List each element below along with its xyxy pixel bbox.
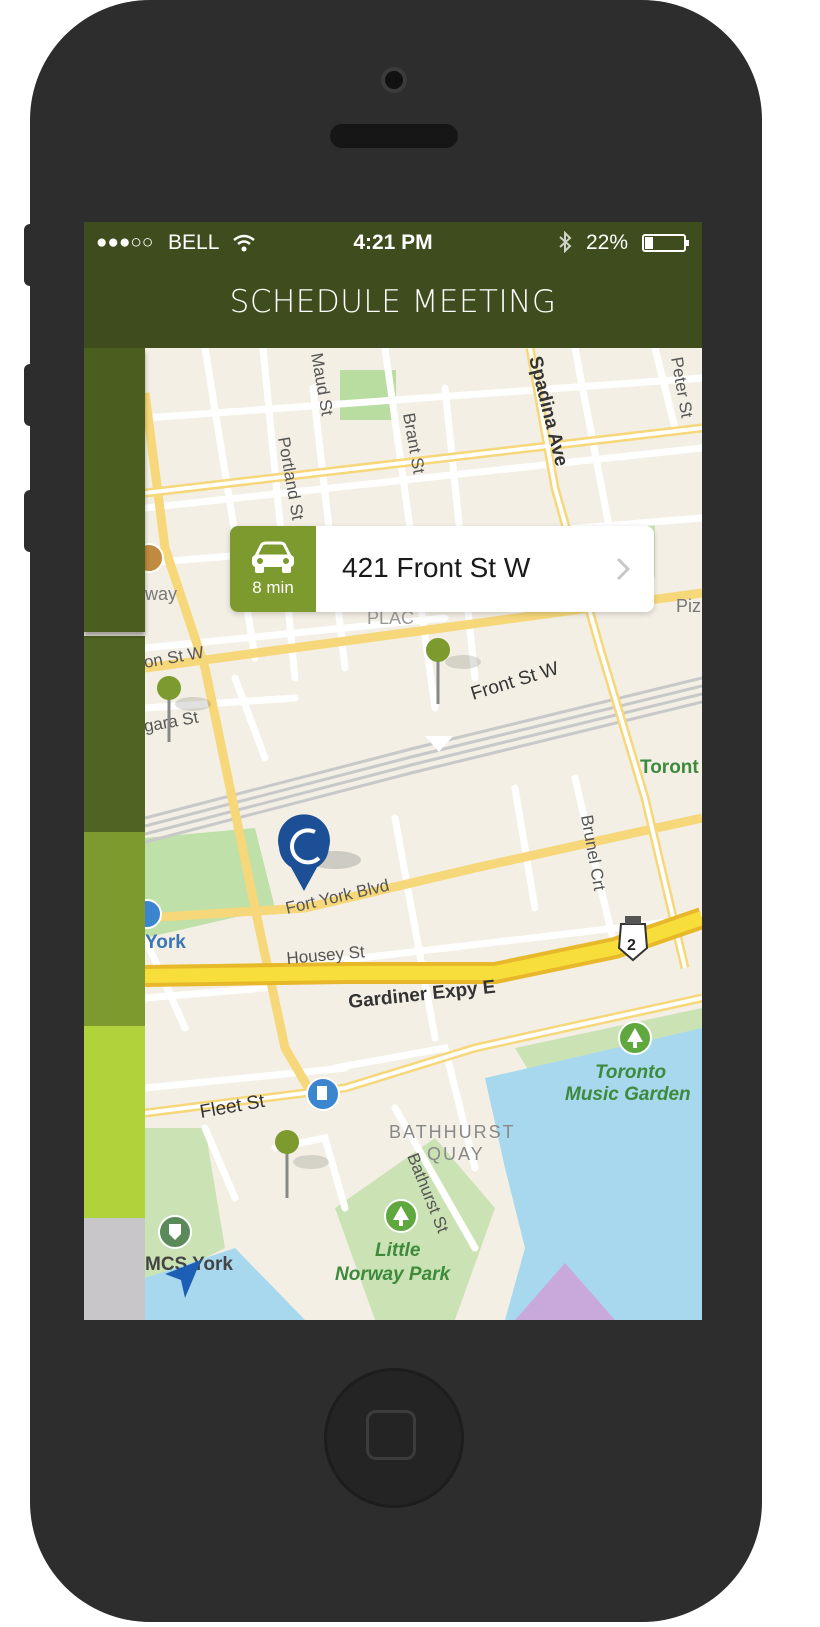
park-icon — [618, 1021, 652, 1055]
place-label: Toront — [640, 757, 699, 778]
page-title: SCHEDULE MEETING — [229, 284, 557, 320]
restaurant-icon — [145, 543, 164, 573]
park-icon — [384, 1199, 418, 1233]
park-label: Little — [375, 1240, 421, 1261]
sidebar-section-2[interactable] — [84, 636, 145, 832]
place-label: Piz — [676, 596, 701, 616]
earpiece-speaker — [330, 124, 458, 148]
address-callout[interactable]: 8 min 421 Front St W — [230, 526, 654, 612]
svg-text:2: 2 — [627, 937, 636, 954]
car-icon — [252, 541, 294, 573]
shield-icon — [158, 1215, 192, 1249]
lake-water — [485, 1028, 702, 1320]
mute-switch — [24, 224, 36, 286]
home-button-icon — [366, 1410, 416, 1460]
sidebar-section-4[interactable] — [84, 1026, 145, 1218]
travel-time: 8 min — [252, 578, 294, 597]
drive-time-badge: 8 min — [230, 526, 316, 612]
nav-bar: SCHEDULE MEETING — [84, 262, 702, 348]
screen: ●●●○○ BELL 4:21 PM 22% SCHEDULE MEETING — [84, 222, 702, 1320]
gas-station-icon — [306, 1077, 340, 1111]
sidebar-section-1[interactable] — [84, 348, 145, 632]
place-label: QUAY — [427, 1144, 485, 1164]
status-bar: ●●●○○ BELL 4:21 PM 22% — [84, 222, 702, 262]
sidebar-section-5[interactable] — [84, 1218, 145, 1320]
chevron-right-icon[interactable] — [610, 554, 636, 584]
place-label: York — [145, 932, 186, 953]
volume-up-button — [24, 364, 36, 426]
battery-icon — [642, 234, 689, 252]
callout-address: 421 Front St W — [342, 552, 531, 583]
battery-percent: 22% — [586, 231, 629, 254]
map-view[interactable]: Maud St Brant St Portland St Spadina Ave… — [145, 348, 702, 1320]
power-button — [522, 0, 634, 10]
front-camera — [381, 67, 407, 93]
side-menu-strip — [84, 348, 145, 1320]
bluetooth-icon — [559, 231, 572, 253]
volume-down-button — [24, 490, 36, 552]
park-label: Toronto — [595, 1062, 666, 1083]
callout-pointer — [425, 736, 453, 752]
sidebar-section-3[interactable] — [84, 832, 145, 1026]
place-label: BATHHURST — [389, 1122, 516, 1142]
place-label: way — [145, 584, 177, 604]
park-label: Music Garden — [565, 1084, 691, 1105]
park-label: Norway Park — [335, 1264, 452, 1285]
